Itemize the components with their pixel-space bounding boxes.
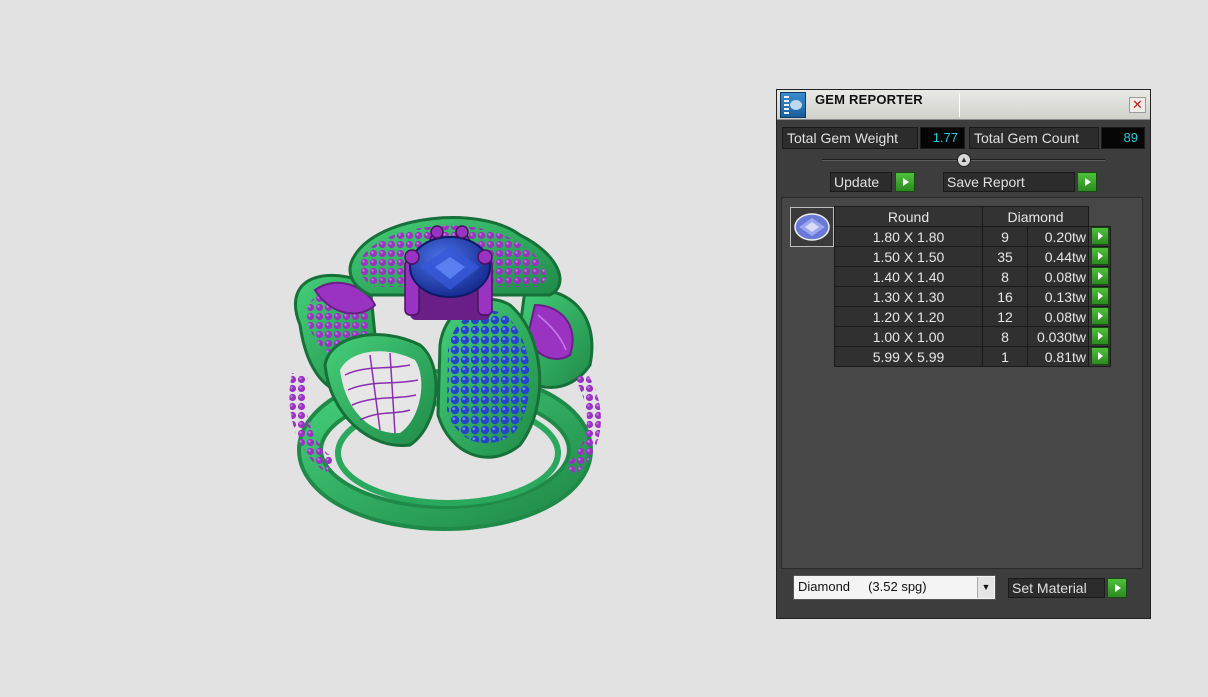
row-size: 1.40 X 1.40	[834, 266, 983, 287]
total-gem-count-label: Total Gem Count	[969, 127, 1099, 149]
table-row: 1.30 X 1.30 16 0.13tw	[834, 286, 1111, 307]
row-select-button[interactable]	[1091, 287, 1109, 305]
table-header-row: Round Diamond	[834, 206, 1111, 227]
row-select-button[interactable]	[1091, 327, 1109, 345]
row-select-button[interactable]	[1091, 267, 1109, 285]
row-count: 8	[982, 266, 1028, 287]
row-select-button[interactable]	[1091, 347, 1109, 365]
total-gem-count-value: 89	[1101, 127, 1145, 149]
gem-reporter-icon	[780, 92, 806, 118]
title-bar[interactable]: GEM REPORTER ✕	[777, 90, 1150, 120]
total-gem-weight-label: Total Gem Weight	[782, 127, 918, 149]
row-weight: 0.13tw	[1027, 286, 1089, 307]
row-weight: 0.44tw	[1027, 246, 1089, 267]
row-size: 1.20 X 1.20	[834, 306, 983, 327]
table-row: 1.00 X 1.00 8 0.030tw	[834, 326, 1111, 347]
row-size: 1.30 X 1.30	[834, 286, 983, 307]
table-row: 1.40 X 1.40 8 0.08tw	[834, 266, 1111, 287]
row-weight: 0.08tw	[1027, 306, 1089, 327]
update-label[interactable]: Update	[830, 172, 892, 192]
table-row: 5.99 X 5.99 1 0.81tw	[834, 346, 1111, 367]
row-count: 35	[982, 246, 1028, 267]
total-gem-weight-value: 1.77	[920, 127, 965, 149]
row-count: 9	[982, 226, 1028, 247]
gem-reporter-panel: GEM REPORTER ✕ Total Gem Weight 1.77 Tot…	[776, 89, 1151, 619]
set-material-label[interactable]: Set Material	[1008, 578, 1105, 598]
material-select[interactable]: Diamond (3.52 spg) ▼	[793, 575, 996, 600]
row-count: 12	[982, 306, 1028, 327]
table-row: 1.20 X 1.20 12 0.08tw	[834, 306, 1111, 327]
update-button[interactable]	[895, 172, 915, 192]
row-select-button[interactable]	[1091, 227, 1109, 245]
header-material: Diamond	[982, 206, 1089, 227]
material-select-value: Diamond (3.52 spg)	[798, 579, 927, 594]
title-divider	[959, 93, 960, 117]
set-material-button[interactable]	[1107, 578, 1127, 598]
chevron-down-icon[interactable]: ▼	[977, 577, 994, 598]
row-size: 1.50 X 1.50	[834, 246, 983, 267]
header-shape: Round	[834, 206, 983, 227]
row-size: 5.99 X 5.99	[834, 346, 983, 367]
table-row: 1.80 X 1.80 9 0.20tw	[834, 226, 1111, 247]
panel-title: GEM REPORTER	[815, 92, 923, 107]
gem-list-area: Round Diamond 1.80 X 1.80 9 0.20tw 1.50 …	[781, 197, 1143, 569]
row-select-button[interactable]	[1091, 247, 1109, 265]
row-count: 16	[982, 286, 1028, 307]
save-report-button[interactable]	[1077, 172, 1097, 192]
round-gem-icon[interactable]	[790, 207, 834, 247]
close-button[interactable]: ✕	[1129, 97, 1146, 113]
3d-viewport[interactable]	[0, 0, 760, 697]
row-weight: 0.08tw	[1027, 266, 1089, 287]
table-row: 1.50 X 1.50 35 0.44tw	[834, 246, 1111, 267]
save-report-label[interactable]: Save Report	[943, 172, 1075, 192]
row-count: 8	[982, 326, 1028, 347]
row-size: 1.00 X 1.00	[834, 326, 983, 347]
ring-model	[289, 216, 601, 531]
row-weight: 0.81tw	[1027, 346, 1089, 367]
collapse-toggle[interactable]: ▲	[957, 153, 971, 167]
row-size: 1.80 X 1.80	[834, 226, 983, 247]
gem-table: Round Diamond 1.80 X 1.80 9 0.20tw 1.50 …	[834, 206, 1111, 367]
row-select-button[interactable]	[1091, 307, 1109, 325]
row-weight: 0.030tw	[1027, 326, 1089, 347]
row-count: 1	[982, 346, 1028, 367]
row-weight: 0.20tw	[1027, 226, 1089, 247]
